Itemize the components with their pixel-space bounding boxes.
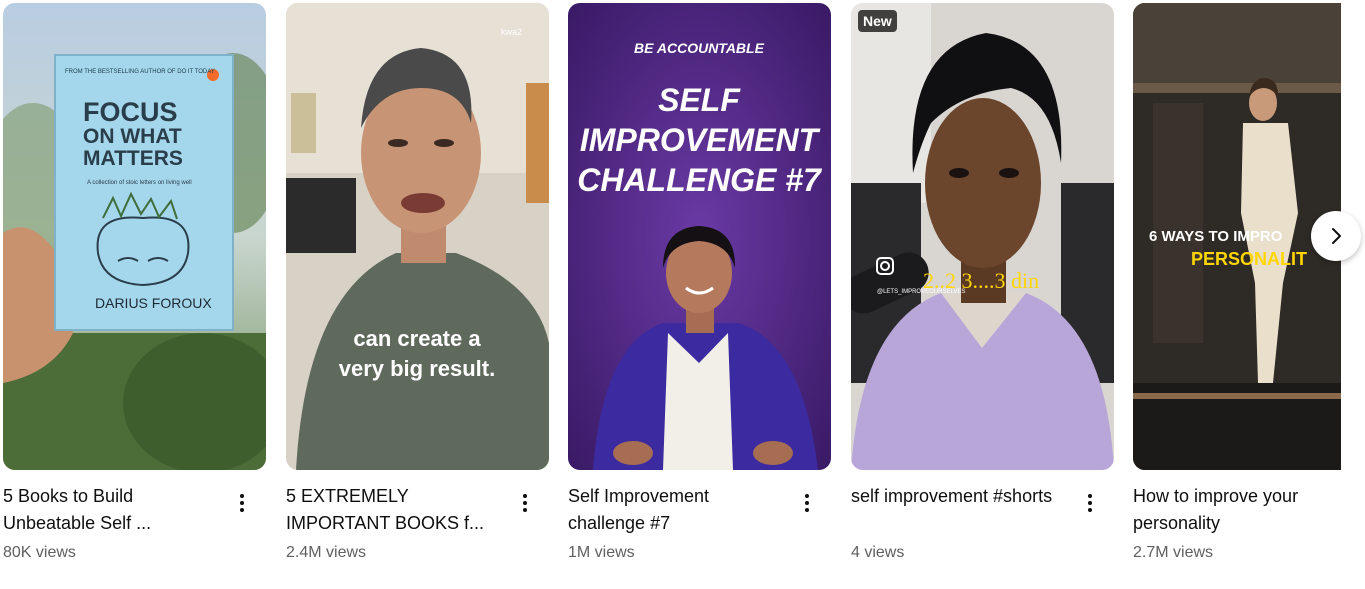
- book-title-line-2: ON WHAT: [83, 125, 182, 148]
- short-meta: self improvement #shorts 4 views: [851, 483, 1114, 564]
- short-views: 2.4M views: [286, 544, 367, 561]
- short-meta: 5 Books to Build Unbeatable Self ... 80K…: [3, 483, 266, 564]
- book-title-line-1: FOCUS: [83, 97, 178, 127]
- short-views: 80K views: [3, 544, 76, 561]
- short-card[interactable]: @LETS_IMPROVEOURSELVES 2..2 3....3 din N…: [851, 3, 1114, 564]
- overlay-headline-1: SELF: [658, 82, 741, 118]
- short-meta: Self Improvement challenge #7 1M views: [568, 483, 831, 564]
- short-meta: How to improve your personality 2.7M vie…: [1133, 483, 1365, 564]
- thumbnail-image: FROM THE BESTSELLING AUTHOR OF DO IT TOD…: [3, 3, 266, 470]
- short-title[interactable]: 5 EXTREMELY IMPORTANT BOOKS f...: [286, 483, 509, 537]
- short-title[interactable]: How to improve your personality: [1133, 483, 1356, 537]
- short-card[interactable]: BE ACCOUNTABLE SELF IMPROVEMENT CHALLENG…: [568, 3, 831, 564]
- svg-text:kwa2: kwa2: [501, 27, 522, 37]
- book-top-line: FROM THE BESTSELLING AUTHOR OF DO IT TOD…: [65, 69, 215, 75]
- new-badge: New: [858, 10, 897, 32]
- book-subtitle: A collection of stoic letters on living …: [87, 180, 192, 186]
- overlay-caption-line-1: 6 WAYS TO IMPRO: [1149, 228, 1283, 245]
- more-vert-icon[interactable]: [513, 491, 537, 515]
- more-vert-icon[interactable]: [795, 491, 819, 515]
- short-title[interactable]: self improvement #shorts: [851, 483, 1074, 537]
- next-button[interactable]: [1311, 211, 1361, 261]
- thumbnail-image: kwa2 can create a very big result.: [286, 3, 549, 470]
- more-vert-icon[interactable]: [230, 491, 254, 515]
- overlay-headline-2: IMPROVEMENT: [580, 122, 821, 158]
- overlay-caption-line-2: PERSONALIT: [1191, 249, 1307, 269]
- thumbnail-image: BE ACCOUNTABLE SELF IMPROVEMENT CHALLENG…: [568, 3, 831, 470]
- short-thumbnail[interactable]: kwa2 can create a very big result.: [286, 3, 549, 470]
- short-title[interactable]: Self Improvement challenge #7: [568, 483, 791, 537]
- short-thumbnail[interactable]: 6 WAYS TO IMPRO PERSONALIT: [1133, 3, 1341, 470]
- short-views: 4 views: [851, 544, 905, 561]
- overlay-caption: 2..2 3....3 din: [923, 268, 1039, 293]
- short-thumbnail[interactable]: @LETS_IMPROVEOURSELVES 2..2 3....3 din N…: [851, 3, 1114, 470]
- book-title-line-3: MATTERS: [83, 147, 183, 170]
- short-thumbnail[interactable]: BE ACCOUNTABLE SELF IMPROVEMENT CHALLENG…: [568, 3, 831, 470]
- short-card[interactable]: FROM THE BESTSELLING AUTHOR OF DO IT TOD…: [3, 3, 266, 564]
- shorts-shelf: FROM THE BESTSELLING AUTHOR OF DO IT TOD…: [0, 0, 1365, 589]
- more-vert-icon[interactable]: [1078, 491, 1102, 515]
- overlay-headline-3: CHALLENGE #7: [577, 162, 823, 198]
- short-views: 1M views: [568, 544, 635, 561]
- video-caption-line-1: can create a: [353, 326, 481, 351]
- short-card[interactable]: 6 WAYS TO IMPRO PERSONALIT How to improv…: [1133, 3, 1365, 564]
- thumbnail-image: 6 WAYS TO IMPRO PERSONALIT: [1133, 3, 1341, 470]
- overlay-kicker: BE ACCOUNTABLE: [634, 40, 765, 56]
- thumbnail-image: @LETS_IMPROVEOURSELVES 2..2 3....3 din: [851, 3, 1114, 470]
- short-card[interactable]: kwa2 can create a very big result. 5 EXT…: [286, 3, 549, 564]
- short-thumbnail[interactable]: FROM THE BESTSELLING AUTHOR OF DO IT TOD…: [3, 3, 266, 470]
- short-views: 2.7M views: [1133, 544, 1214, 561]
- book-author: DARIUS FOROUX: [95, 295, 212, 311]
- video-caption-line-2: very big result.: [339, 356, 496, 381]
- chevron-right-icon: [1332, 228, 1341, 244]
- short-meta: 5 EXTREMELY IMPORTANT BOOKS f... 2.4M vi…: [286, 483, 549, 564]
- short-title[interactable]: 5 Books to Build Unbeatable Self ...: [3, 483, 226, 537]
